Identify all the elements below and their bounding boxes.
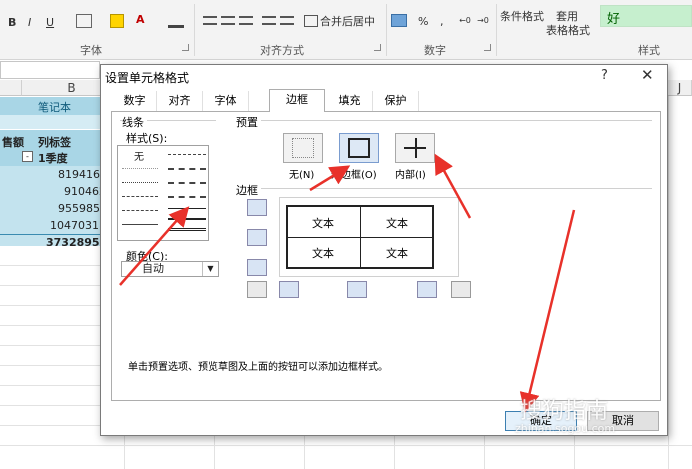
tab-border[interactable]: 边框 (269, 89, 325, 112)
arrow-to-ok-button (519, 209, 576, 413)
watermark-brand: 搜狗指南 (520, 399, 609, 424)
watermark-url: zhinan.sogou.com (515, 422, 616, 435)
arrow-to-outline-preset (309, 165, 351, 192)
arrow-to-inside-preset (434, 153, 472, 219)
arrow-to-line-style (119, 206, 190, 286)
